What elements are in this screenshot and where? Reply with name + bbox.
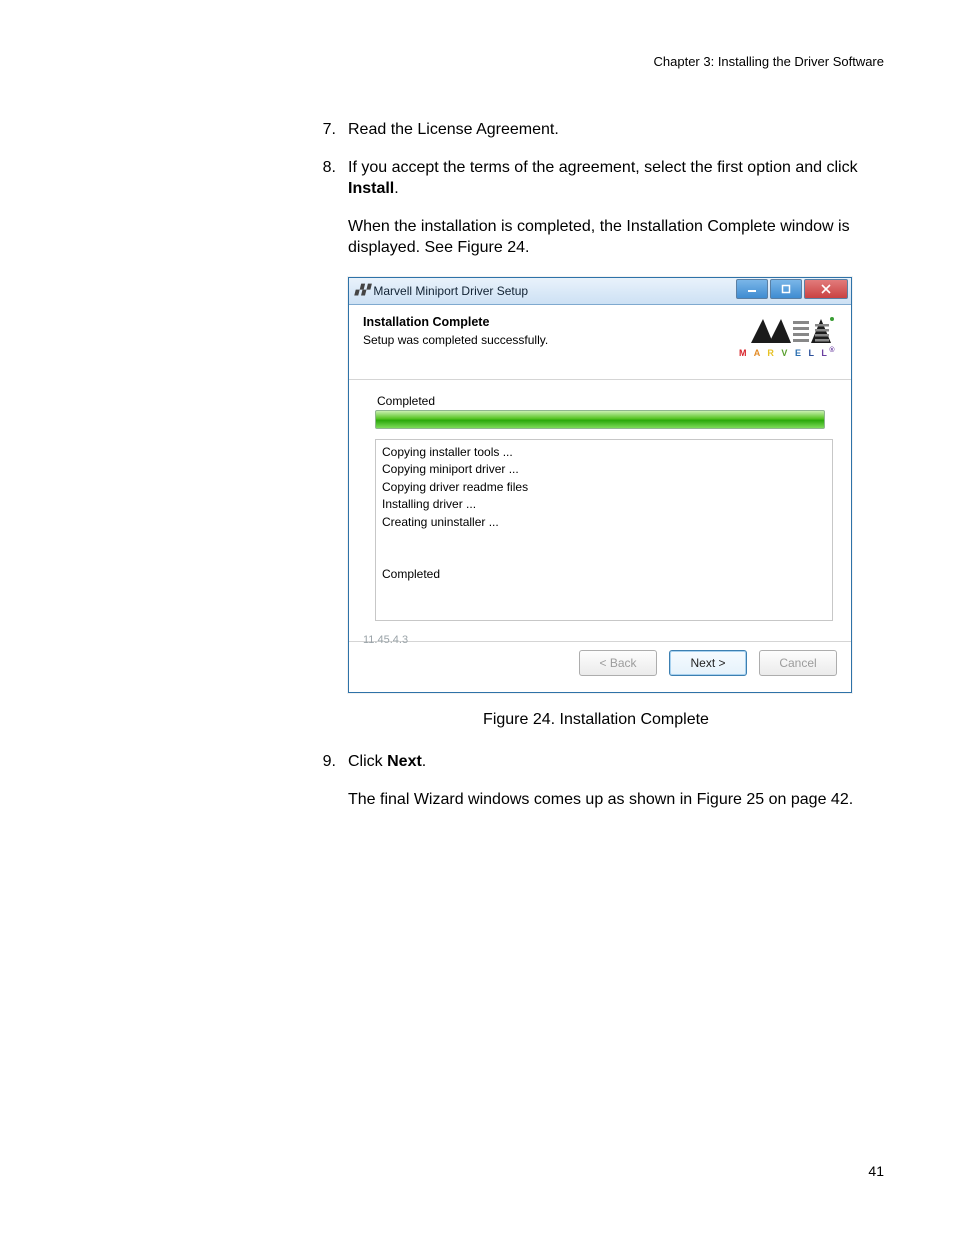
logo-wordmark: M A R V E L L®	[739, 347, 837, 358]
logo-icon	[749, 315, 827, 345]
log-line: Copying driver readme files	[382, 479, 826, 496]
text-post: .	[394, 180, 398, 197]
text-pre: If you accept the terms of the agreement…	[348, 159, 858, 176]
titlebar[interactable]: ▞▞ Marvell Miniport Driver Setup	[349, 278, 851, 305]
cancel-button: Cancel	[759, 650, 837, 676]
log-line: Copying installer tools ...	[382, 444, 826, 461]
dialog-subtitle: Setup was completed successfully.	[363, 333, 548, 347]
log-line: Completed	[382, 566, 826, 583]
step-7: 7. Read the License Agreement.	[308, 119, 884, 141]
text-post: .	[422, 753, 426, 770]
step-9: 9. Click Next.	[308, 751, 884, 773]
step-text: Read the License Agreement.	[348, 119, 884, 141]
step-number: 7.	[308, 119, 336, 141]
next-button[interactable]: Next >	[669, 650, 747, 676]
close-button[interactable]	[804, 279, 848, 299]
log-line: Copying miniport driver ...	[382, 461, 826, 478]
install-log[interactable]: Copying installer tools ... Copying mini…	[375, 439, 833, 621]
step-text: If you accept the terms of the agreement…	[348, 157, 884, 200]
version-label: 11.45.4.3	[363, 634, 408, 646]
progress-label: Completed	[377, 394, 827, 408]
step-text: Click Next.	[348, 751, 884, 773]
step-9-paragraph: The final Wizard windows comes up as sho…	[348, 789, 884, 811]
step-number: 9.	[308, 751, 336, 773]
progress-bar	[375, 410, 825, 429]
maximize-button[interactable]	[770, 279, 802, 299]
log-line	[382, 531, 826, 548]
page-number: 41	[868, 1163, 884, 1179]
text-bold: Install	[348, 180, 394, 197]
figure-caption: Figure 24. Installation Complete	[308, 711, 884, 729]
log-line: Creating uninstaller ...	[382, 514, 826, 531]
back-button: < Back	[579, 650, 657, 676]
log-line: Installing driver ...	[382, 496, 826, 513]
step-8-paragraph: When the installation is completed, the …	[348, 216, 884, 259]
dialog-header-panel: Installation Complete Setup was complete…	[349, 305, 851, 380]
installer-dialog: ▞▞ Marvell Miniport Driver Setup Install…	[348, 277, 852, 693]
step-8: 8. If you accept the terms of the agreem…	[308, 157, 884, 200]
window-title: Marvell Miniport Driver Setup	[373, 284, 528, 298]
step-number: 8.	[308, 157, 336, 200]
page-header: Chapter 3: Installing the Driver Softwar…	[70, 54, 884, 69]
app-icon: ▞▞	[355, 285, 368, 296]
text-pre: Click	[348, 753, 387, 770]
minimize-button[interactable]	[736, 279, 768, 299]
log-line	[382, 548, 826, 565]
marvell-logo: M A R V E L L®	[739, 315, 837, 358]
dialog-title: Installation Complete	[363, 315, 548, 329]
text-bold: Next	[387, 753, 422, 770]
